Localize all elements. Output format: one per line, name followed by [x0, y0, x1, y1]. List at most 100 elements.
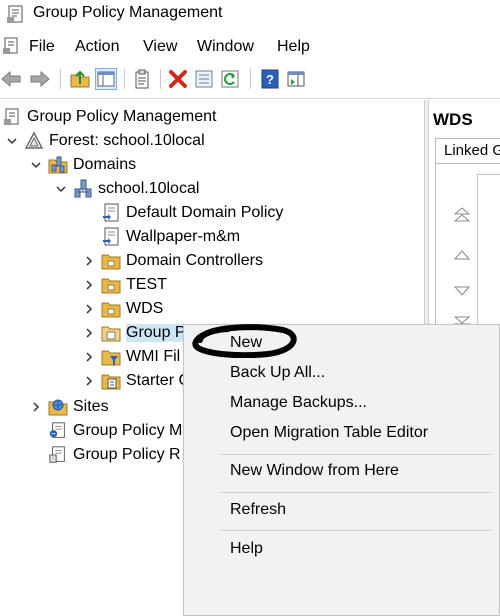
- refresh-icon[interactable]: [219, 68, 241, 90]
- forest-icon: [24, 131, 44, 151]
- menu-window[interactable]: Window: [197, 38, 254, 56]
- tree-item-domain[interactable]: school.10local: [53, 178, 199, 200]
- tree-label: WMI Fil: [126, 348, 181, 365]
- menu-item-manage-backups[interactable]: Manage Backups...: [230, 391, 367, 415]
- tab-linked-gpos[interactable]: Linked G: [435, 138, 500, 164]
- svg-text:?: ?: [266, 72, 274, 87]
- gpo-link-icon: [101, 203, 121, 223]
- menu-separator: [220, 454, 492, 455]
- starter-gpo-icon: [101, 371, 121, 391]
- gpmc-icon: [2, 107, 22, 127]
- console-icon[interactable]: [2, 36, 22, 60]
- title-bar: Group Policy Management: [0, 0, 500, 28]
- chevron-down-icon[interactable]: [53, 178, 69, 200]
- tree-item-root[interactable]: Group Policy Management: [2, 106, 216, 128]
- menu-action[interactable]: Action: [75, 38, 119, 56]
- chevron-right-icon[interactable]: [81, 274, 97, 296]
- domain-icon: [73, 179, 93, 199]
- context-menu: New Back Up All... Manage Backups... Ope…: [183, 324, 500, 616]
- menu-item-refresh[interactable]: Refresh: [230, 498, 286, 522]
- tab-label: Linked G: [444, 142, 500, 159]
- properties-icon[interactable]: [131, 68, 153, 90]
- ou-folder-icon: [101, 251, 121, 271]
- back-icon[interactable]: [0, 68, 22, 90]
- show-hide-tree-icon[interactable]: [95, 68, 117, 90]
- chevron-right-icon[interactable]: [28, 396, 44, 418]
- chevron-down-icon[interactable]: [4, 130, 20, 152]
- toolbar-separator: [60, 69, 61, 89]
- menu-item-open-migration-table-editor[interactable]: Open Migration Table Editor: [230, 421, 428, 445]
- chevron-right-icon[interactable]: [81, 370, 97, 392]
- toolbar-separator: [160, 69, 161, 89]
- gpo-container-icon: [101, 323, 121, 343]
- tree-label: Forest: school.10local: [49, 132, 205, 149]
- forward-icon[interactable]: [29, 68, 51, 90]
- tree-label: Wallpaper-m&m: [126, 228, 241, 245]
- window-title: Group Policy Management: [33, 4, 223, 21]
- tree-item-results[interactable]: Group Policy R: [48, 444, 181, 466]
- menu-item-new-window-from-here[interactable]: New Window from Here: [230, 459, 399, 483]
- chevron-right-icon[interactable]: [81, 250, 97, 272]
- delete-icon[interactable]: [167, 68, 189, 90]
- tree-label: TEST: [126, 276, 167, 293]
- chevron-right-icon[interactable]: [81, 322, 97, 344]
- move-to-top-icon[interactable]: [451, 206, 473, 224]
- chevron-down-icon[interactable]: [28, 154, 44, 176]
- tree-item-group-policy-objects[interactable]: Group P: [81, 322, 186, 344]
- up-folder-icon[interactable]: [69, 68, 91, 90]
- show-action-pane-icon[interactable]: [285, 68, 307, 90]
- no-expander: [81, 202, 97, 224]
- domains-folder-icon: [48, 155, 68, 175]
- move-up-icon[interactable]: [451, 246, 473, 264]
- toolbar-separator: [250, 69, 251, 89]
- menu-item-help[interactable]: Help: [230, 537, 263, 561]
- tree-item-wds[interactable]: WDS: [81, 298, 163, 320]
- menu-item-new[interactable]: New: [230, 331, 262, 355]
- toolbar-divider: [0, 98, 500, 99]
- tree-label: Group Policy M: [73, 422, 183, 439]
- gp-modeling-icon: [48, 421, 68, 441]
- ou-folder-icon: [101, 299, 121, 319]
- tree-label: Group P: [126, 324, 186, 342]
- sites-folder-icon: [48, 397, 68, 417]
- tree-label: Group Policy Management: [27, 108, 217, 125]
- gpo-link-icon: [101, 227, 121, 247]
- tree-label: Group Policy R: [73, 446, 181, 463]
- menu-view[interactable]: View: [143, 38, 177, 56]
- tree-label: school.10local: [98, 180, 200, 197]
- chevron-right-icon[interactable]: [81, 346, 97, 368]
- menu-bar: File Action View Window Help: [0, 34, 500, 60]
- menu-separator: [220, 492, 492, 493]
- toolbar-separator: [124, 69, 125, 89]
- tree-item-forest[interactable]: Forest: school.10local: [4, 130, 205, 152]
- toolbar: ?: [0, 64, 500, 94]
- menu-help[interactable]: Help: [277, 38, 310, 56]
- tree-item-sites[interactable]: Sites: [28, 396, 109, 418]
- tree-item-wallpaper[interactable]: Wallpaper-m&m: [81, 226, 240, 248]
- tree-item-wmi-filters[interactable]: WMI Fil: [81, 346, 180, 368]
- tree-label: Sites: [73, 398, 109, 415]
- tree-item-domains[interactable]: Domains: [28, 154, 136, 176]
- tree-label: WDS: [126, 300, 164, 317]
- chevron-right-icon[interactable]: [81, 298, 97, 320]
- details-title: WDS: [433, 110, 473, 129]
- tree-item-default-domain-policy[interactable]: Default Domain Policy: [81, 202, 283, 224]
- tree-label: Domain Controllers: [126, 252, 263, 269]
- help-icon[interactable]: ?: [259, 68, 281, 90]
- tree-label: Starter G: [126, 372, 191, 389]
- menu-item-back-up-all[interactable]: Back Up All...: [230, 361, 325, 385]
- wmi-filter-icon: [101, 347, 121, 367]
- ou-folder-icon: [101, 275, 121, 295]
- menu-separator: [220, 530, 492, 531]
- no-expander: [81, 226, 97, 248]
- tree-item-test[interactable]: TEST: [81, 274, 167, 296]
- tree-label: Default Domain Policy: [126, 204, 284, 221]
- tree-item-domain-controllers[interactable]: Domain Controllers: [81, 250, 263, 272]
- export-list-icon[interactable]: [193, 68, 215, 90]
- menu-file[interactable]: File: [29, 38, 55, 56]
- tree-item-starter-gpos[interactable]: Starter G: [81, 370, 191, 392]
- gpmc-app-icon: [6, 4, 26, 28]
- move-down-icon[interactable]: [451, 282, 473, 300]
- tree-label: Domains: [73, 156, 137, 173]
- tree-item-modeling[interactable]: Group Policy M: [48, 420, 182, 442]
